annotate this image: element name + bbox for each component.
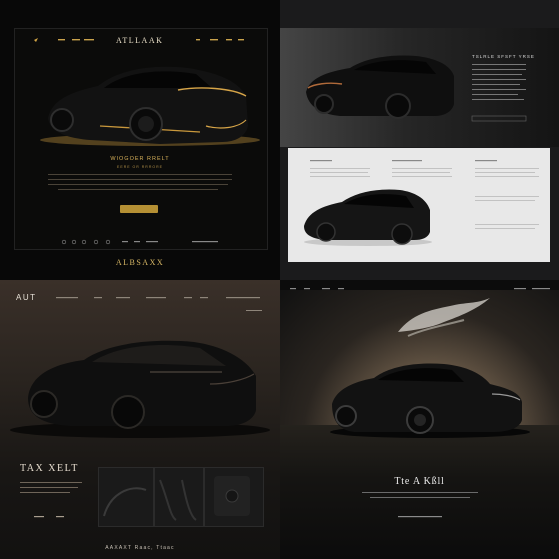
- cta-link[interactable]: [398, 516, 442, 518]
- gallery-details: [103, 476, 250, 521]
- social-icon[interactable]: [61, 239, 67, 245]
- hero-copy: [362, 492, 478, 518]
- panel-split-layout: TSLRLE SFSFT YRSE: [280, 0, 559, 280]
- features-content: [304, 160, 539, 246]
- footer-link[interactable]: [134, 241, 140, 243]
- footer-text: AAXAXT Raac, Ttaac: [105, 545, 175, 551]
- footer-link[interactable]: [192, 241, 218, 243]
- social-icon[interactable]: [71, 239, 77, 245]
- footer-nav: [61, 239, 218, 245]
- panel-gold-landing: ATLLAAK WIOGOER RRELT EERE OR RRRORE ALB…: [0, 0, 280, 280]
- panel-bronze-landing: AUT TAX XELT AAXAXT Raac, Ttaac: [0, 280, 280, 559]
- footer-link[interactable]: [122, 241, 128, 243]
- social-icon[interactable]: [81, 239, 87, 245]
- social-icon[interactable]: [93, 239, 99, 245]
- footer-link[interactable]: [146, 241, 158, 243]
- panel-landscape-landing: Tte A Kßll: [280, 280, 559, 559]
- social-icon[interactable]: [105, 239, 111, 245]
- footer-brand: ALBSAXX: [115, 258, 165, 267]
